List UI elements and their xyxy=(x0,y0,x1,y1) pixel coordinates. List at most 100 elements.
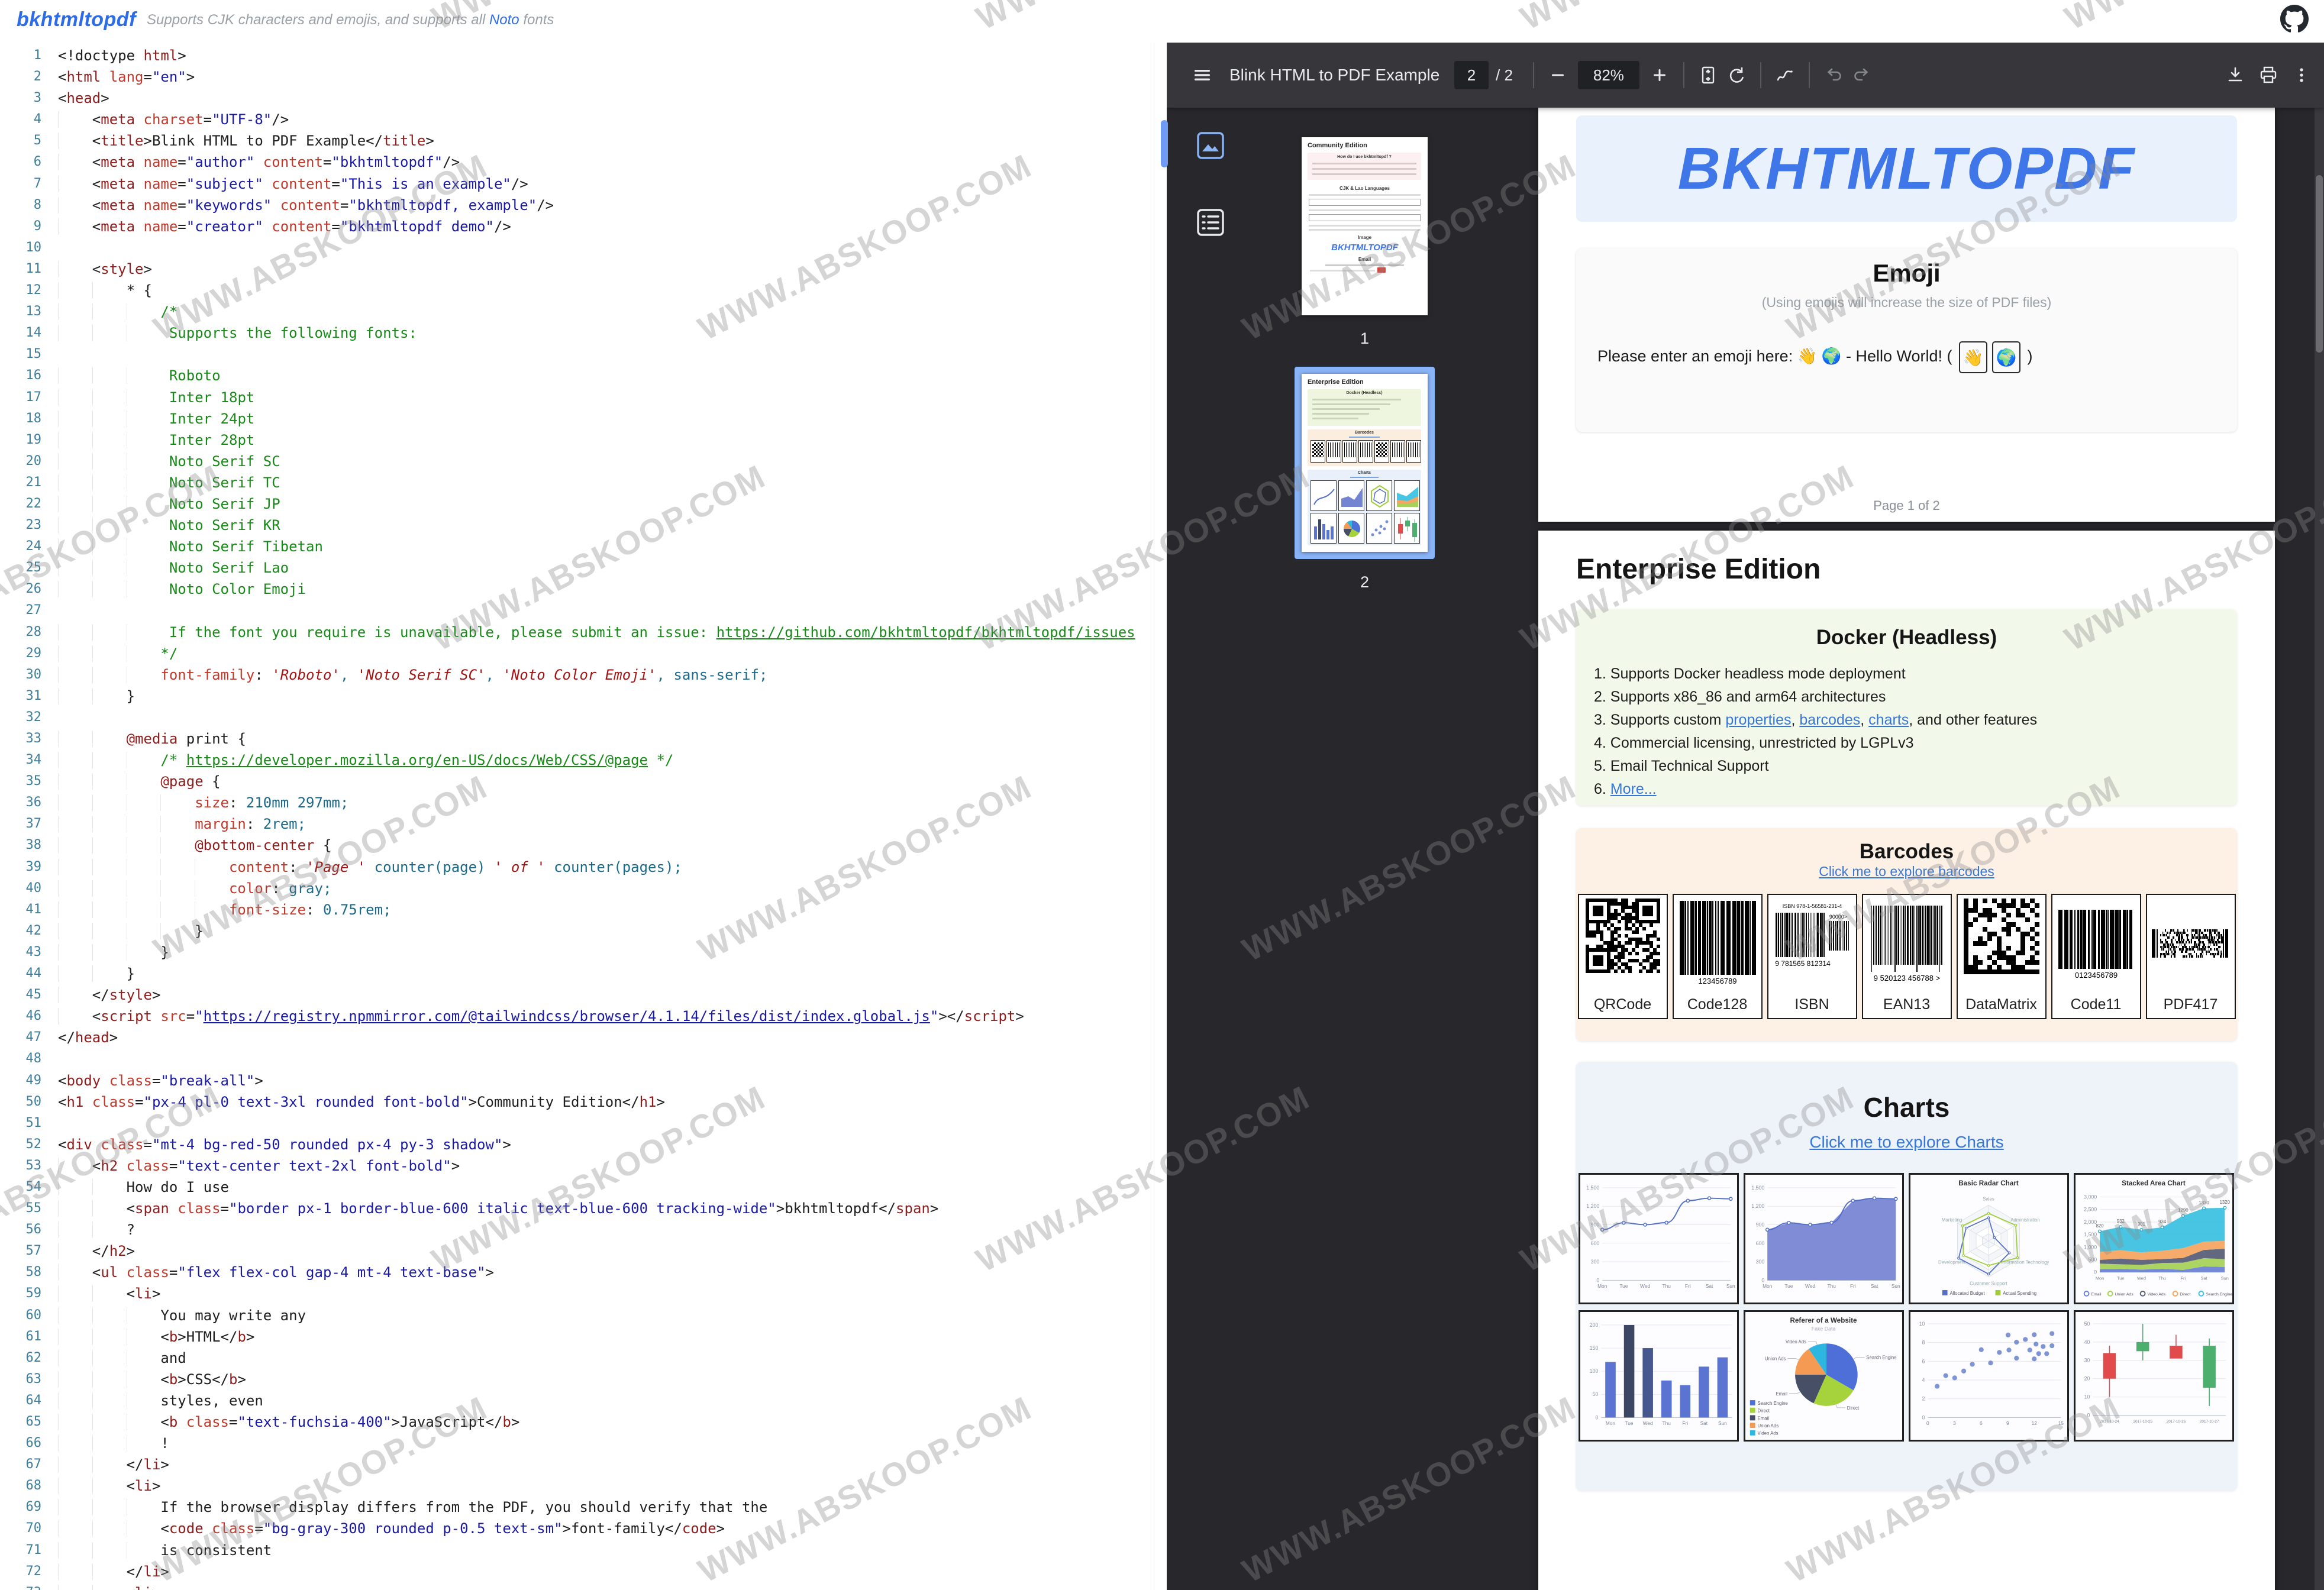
code-text: styles, even xyxy=(41,1390,263,1411)
barcode-card-ean13: 9 520123 456788 >EAN13 xyxy=(1862,894,1952,1019)
svg-text:Fake Data: Fake Data xyxy=(1812,1326,1836,1332)
line-number: 22 xyxy=(0,493,41,515)
code-text: You may write any xyxy=(41,1305,306,1326)
code-line: 12 * { xyxy=(0,280,1154,301)
code-line: 63 <b>CSS</b> xyxy=(0,1369,1154,1390)
redo-icon[interactable] xyxy=(1848,61,1876,89)
line-number: 38 xyxy=(0,835,41,856)
noto-link[interactable]: Noto xyxy=(489,12,519,28)
code-text xyxy=(41,1113,58,1134)
thumb-detail xyxy=(1311,440,1325,463)
barcode-card-datamatrix: DataMatrix xyxy=(1957,894,2047,1019)
code-line: 56 ? xyxy=(0,1219,1154,1240)
line-number: 18 xyxy=(0,408,41,429)
svg-text:Mon: Mon xyxy=(2096,1275,2104,1281)
code-text: </style> xyxy=(41,984,160,1006)
line-number: 61 xyxy=(0,1326,41,1347)
code-text: <html lang="en"> xyxy=(41,66,195,88)
thumb-detail xyxy=(1311,480,1337,511)
page-number-input[interactable]: 2 xyxy=(1454,61,1489,89)
explore-charts-link[interactable]: Click me to explore Charts xyxy=(1576,1133,2237,1152)
line-number: 31 xyxy=(0,686,41,707)
code-editor[interactable]: 1<!doctype html>2<html lang="en">3<head>… xyxy=(0,43,1154,1590)
thumbnail-page-2[interactable]: Enterprise EditionDocker (Headless)Barco… xyxy=(1295,367,1435,592)
line-number: 69 xyxy=(0,1497,41,1518)
svg-text:4: 4 xyxy=(1922,1377,1925,1383)
line-number: 32 xyxy=(0,707,41,728)
docker-inline-link[interactable]: More... xyxy=(1610,781,1657,797)
barcode-card-isbn: ISBN 978-1-56581-231-490000>9 781565 812… xyxy=(1767,894,1857,1019)
line-number: 40 xyxy=(0,878,41,899)
annotate-icon[interactable] xyxy=(1771,61,1799,89)
code-text: <h1 class="px-4 pl-0 text-3xl rounded fo… xyxy=(41,1091,665,1113)
code-text: Noto Color Emoji xyxy=(41,579,306,600)
code-text: Noto Serif Lao xyxy=(41,557,289,579)
code-text: ? xyxy=(41,1219,135,1240)
download-icon[interactable] xyxy=(2221,61,2249,89)
thumbnails-view-icon[interactable] xyxy=(1195,130,1226,161)
line-number: 23 xyxy=(0,515,41,536)
code-line: 14 Supports the following fonts: xyxy=(0,322,1154,344)
docker-feature-item: 3. Supports custom properties, barcodes,… xyxy=(1594,709,2237,732)
code-line: 35 @page { xyxy=(0,771,1154,792)
code-line: 15 xyxy=(0,344,1154,365)
more-options-icon[interactable] xyxy=(2287,61,2316,89)
emoji-input-2[interactable]: 🌍 xyxy=(1992,341,2020,373)
svg-text:Fri: Fri xyxy=(1850,1283,1856,1289)
fit-page-icon[interactable] xyxy=(1694,61,1722,89)
pane-split-handle[interactable] xyxy=(1161,120,1168,167)
chart-card-scatter: 024681003691215 xyxy=(1909,1310,2069,1442)
explore-barcodes-link[interactable]: Click me to explore barcodes xyxy=(1576,864,2237,880)
zoom-in-button[interactable] xyxy=(1645,61,1674,89)
chart-card-radar: Basic Radar ChartSalesAdministrationInfo… xyxy=(1909,1173,2069,1304)
zoom-out-button[interactable] xyxy=(1544,61,1572,89)
line-number: 56 xyxy=(0,1219,41,1240)
thumb-detail: Docker (Headless) xyxy=(1308,389,1421,426)
editor-scrollbar[interactable] xyxy=(1154,43,1167,1590)
code-line: 2<html lang="en"> xyxy=(0,66,1154,88)
emoji-input-1[interactable]: 👋 xyxy=(1959,341,1987,373)
svg-text:600: 600 xyxy=(1591,1240,1600,1246)
github-icon[interactable] xyxy=(2280,5,2309,33)
pdf-viewer: Blink HTML to PDF Example 2 / 2 82% Comm… xyxy=(1167,43,2324,1590)
docker-feature-item: 6. More... xyxy=(1594,778,2237,801)
code-line: 4 <meta charset="UTF-8"/> xyxy=(0,109,1154,130)
thumb-detail xyxy=(1377,267,1386,273)
svg-text:9 520123 456788 >: 9 520123 456788 > xyxy=(1873,974,1939,983)
thumb-detail xyxy=(1312,442,1324,457)
barcodes-section: Barcodes Click me to explore barcodes QR… xyxy=(1576,828,2237,1041)
line-number: 54 xyxy=(0,1177,41,1198)
code-text: ! xyxy=(41,1433,169,1454)
chart-card-pie: Referer of a WebsiteFake DataSearch Engi… xyxy=(1744,1310,1904,1442)
thumb-detail xyxy=(1366,480,1392,511)
rotate-icon[interactable] xyxy=(1722,61,1751,89)
line-number: 5 xyxy=(0,130,41,151)
code-text: Inter 28pt xyxy=(41,429,254,451)
line-number: 46 xyxy=(0,1006,41,1027)
svg-text:Thu: Thu xyxy=(1663,1283,1671,1289)
svg-text:Actual Spending: Actual Spending xyxy=(2003,1291,2036,1296)
zoom-level-input[interactable]: 82% xyxy=(1578,61,1639,89)
undo-icon[interactable] xyxy=(1819,61,1848,89)
thumb-detail xyxy=(1309,214,1421,221)
docker-inline-link[interactable]: properties xyxy=(1725,712,1791,728)
thumb-detail xyxy=(1338,513,1364,544)
pdf-scrollbar[interactable] xyxy=(2315,108,2324,1590)
code-line: 24 Noto Serif Tibetan xyxy=(0,536,1154,557)
print-icon[interactable] xyxy=(2254,61,2283,89)
svg-text:934: 934 xyxy=(2158,1219,2167,1224)
code-text: </li> xyxy=(41,1561,169,1582)
docker-inline-link[interactable]: charts xyxy=(1868,712,1909,728)
svg-text:Customer Support: Customer Support xyxy=(1970,1281,2007,1286)
code-line: 50<h1 class="px-4 pl-0 text-3xl rounded … xyxy=(0,1091,1154,1113)
outline-view-icon[interactable] xyxy=(1195,207,1226,238)
thumbnail-page-1[interactable]: Community EditionHow do I use bkhtmltopd… xyxy=(1302,137,1428,348)
thumb-detail xyxy=(1312,418,1358,419)
code-text: margin: 2rem; xyxy=(41,813,306,835)
docker-inline-link[interactable]: barcodes xyxy=(1799,712,1860,728)
code-text: /* https://developer.mozilla.org/en-US/d… xyxy=(41,749,673,771)
code-line: 61 <b>HTML</b> xyxy=(0,1326,1154,1347)
menu-icon[interactable] xyxy=(1188,61,1216,89)
pdf-scrollbar-thumb[interactable] xyxy=(2316,175,2323,353)
thumb-detail xyxy=(1394,513,1420,544)
